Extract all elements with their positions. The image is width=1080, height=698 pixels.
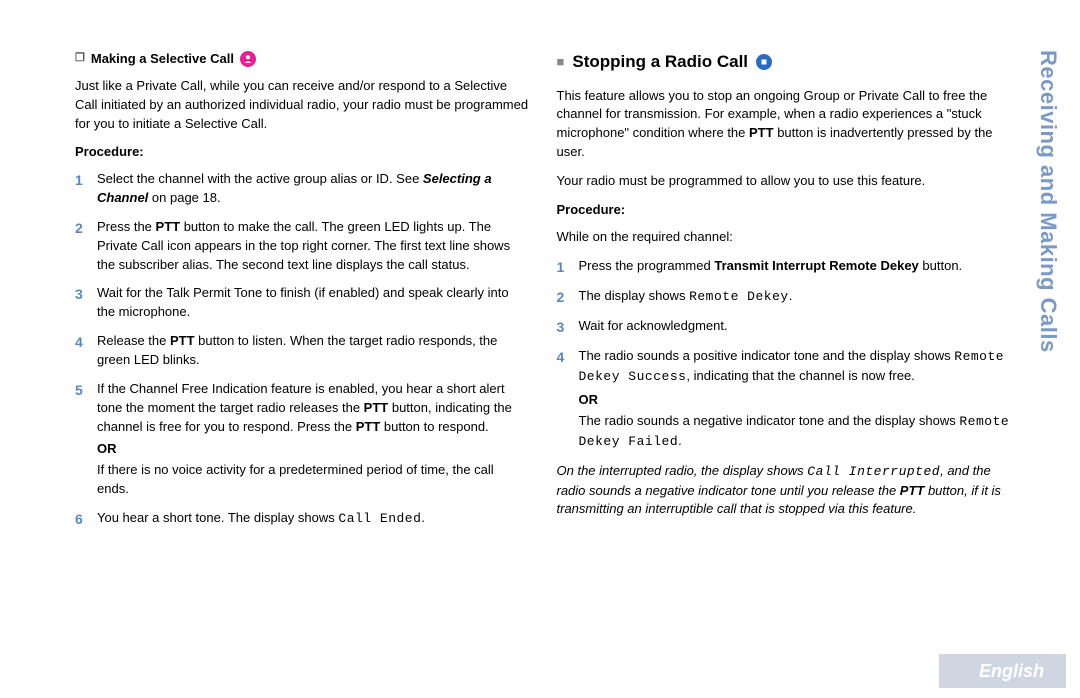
square-marker-icon: ■ [557,53,565,72]
left-intro: Just like a Private Call, while you can … [75,77,529,134]
left-steps: 1 Select the channel with the active gro… [75,170,529,529]
step-2: 2 The display shows Remote Dekey. [557,287,1011,307]
step-text: Select the channel with the active group… [97,170,529,208]
step-number: 4 [557,347,569,451]
step-text: Wait for the Talk Permit Tone to finish … [97,284,529,322]
step-1: 1 Select the channel with the active gro… [75,170,529,208]
section-title: Receiving and Making Calls [1032,50,1064,353]
step-number: 1 [75,170,87,208]
step-text: You hear a short tone. The display shows… [97,509,529,529]
step-number: 5 [75,380,87,499]
step-6: 6 You hear a short tone. The display sho… [75,509,529,529]
step-3: 3 Wait for the Talk Permit Tone to finis… [75,284,529,322]
step-3: 3 Wait for acknowledgment. [557,317,1011,337]
step-text: The radio sounds a positive indicator to… [579,347,1011,451]
step-number: 6 [75,509,87,529]
or-label: OR [579,391,1011,410]
left-heading-text: Making a Selective Call [91,50,234,69]
step-number: 1 [557,257,569,277]
doc-marker-icon: ❐ [75,51,85,67]
step-text: Release the PTT button to listen. When t… [97,332,529,370]
step-5: 5 If the Channel Free Indication feature… [75,380,529,499]
step-text: Press the programmed Transmit Interrupt … [579,257,1011,277]
page-content: ❐ Making a Selective Call Just like a Pr… [0,0,1080,559]
person-icon [240,51,256,67]
right-heading: ■ Stopping a Radio Call [557,50,1011,75]
step-number: 2 [75,218,87,275]
or-label: OR [97,440,529,459]
right-procedure-label: Procedure: [557,201,1011,220]
right-context: While on the required channel: [557,228,1011,247]
step-text: The display shows Remote Dekey. [579,287,1011,307]
right-column: ■ Stopping a Radio Call This feature all… [557,50,1011,539]
step-text: Wait for acknowledgment. [579,317,1011,337]
step-number: 2 [557,287,569,307]
step-1: 1 Press the programmed Transmit Interrup… [557,257,1011,277]
step-number: 3 [75,284,87,322]
left-procedure-label: Procedure: [75,143,529,162]
step-2: 2 Press the PTT button to make the call.… [75,218,529,275]
right-p1: This feature allows you to stop an ongoi… [557,87,1011,162]
left-heading: ❐ Making a Selective Call [75,50,529,69]
step-4: 4 The radio sounds a positive indicator … [557,347,1011,451]
right-note: On the interrupted radio, the display sh… [557,462,1011,520]
step-4: 4 Release the PTT button to listen. When… [75,332,529,370]
right-steps: 1 Press the programmed Transmit Interrup… [557,257,1011,452]
step-text: Press the PTT button to make the call. T… [97,218,529,275]
language-tab: English [939,654,1066,688]
step-number: 3 [557,317,569,337]
stop-icon [756,54,772,70]
sidebar: Receiving and Making Calls 25 [1030,50,1066,678]
right-heading-text: Stopping a Radio Call [572,50,748,75]
left-column: ❐ Making a Selective Call Just like a Pr… [75,50,529,539]
right-p2: Your radio must be programmed to allow y… [557,172,1011,191]
step-number: 4 [75,332,87,370]
step-text: If the Channel Free Indication feature i… [97,380,529,499]
